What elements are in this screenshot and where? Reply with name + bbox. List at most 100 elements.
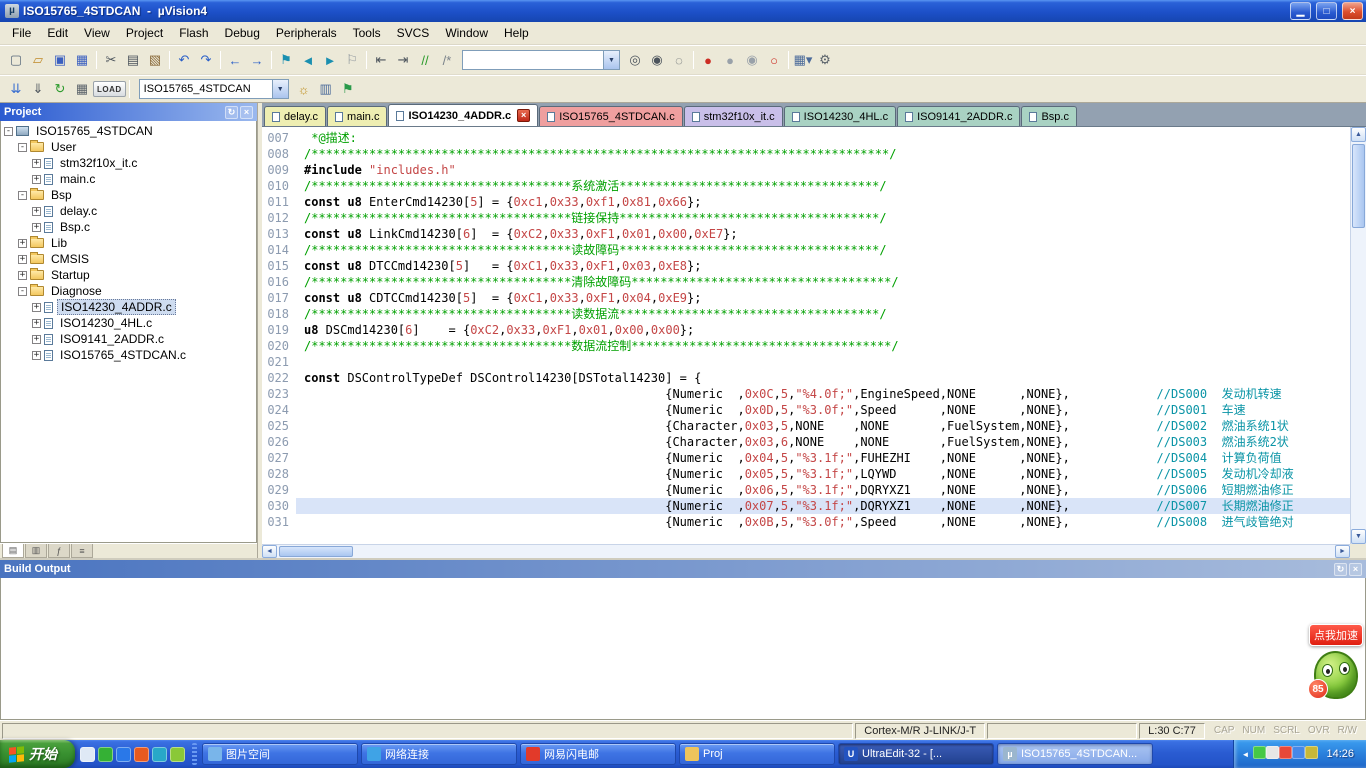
tree-item[interactable]: +Startup [1, 267, 256, 283]
tree-item-label[interactable]: ISO15765_4STDCAN.c [57, 348, 189, 362]
tree-item[interactable]: + ISO15765_4STDCAN.c [1, 347, 256, 363]
collapse-icon[interactable]: - [18, 287, 27, 296]
find-icon[interactable]: ◉ [646, 50, 668, 70]
scroll-left-icon[interactable]: ◄ [262, 545, 277, 558]
quick-launch-icon[interactable] [152, 747, 167, 762]
build-target-icon[interactable]: ⇓ [27, 79, 49, 99]
panel-tab-templates[interactable]: ≡ [71, 544, 93, 558]
tree-item-label[interactable]: Bsp [48, 188, 75, 202]
quick-launch-icon[interactable] [134, 747, 149, 762]
minimize-button[interactable]: ▁ [1290, 2, 1311, 20]
quick-launch-icon[interactable] [170, 747, 185, 762]
redo-icon[interactable]: ↷ [195, 50, 217, 70]
panel-tab-functions[interactable]: ƒ [48, 544, 70, 558]
tree-item-label[interactable]: Bsp.c [57, 220, 93, 234]
tree-item-label[interactable]: ISO9141_2ADDR.c [57, 332, 167, 346]
editor-tab[interactable]: main.c [327, 106, 387, 126]
scroll-right-icon[interactable]: ► [1335, 545, 1350, 558]
booster-mascot[interactable]: 85 [1314, 651, 1358, 699]
tree-item[interactable]: -ISO15765_4STDCAN [1, 123, 256, 139]
window-layout-icon[interactable]: ▦▾ [792, 50, 814, 70]
file-extensions-icon[interactable]: ⚑ [337, 79, 359, 99]
save-all-icon[interactable]: ▦ [71, 50, 93, 70]
close-icon[interactable]: × [240, 106, 253, 119]
tree-item[interactable]: -Diagnose [1, 283, 256, 299]
expand-icon[interactable]: + [32, 175, 41, 184]
copy-icon[interactable]: ▤ [122, 50, 144, 70]
download-flash-icon[interactable]: LOAD [93, 81, 126, 97]
expand-icon[interactable]: + [18, 255, 27, 264]
editor-tab[interactable]: ISO9141_2ADDR.c [897, 106, 1020, 126]
breakpoint-toggle-icon[interactable]: ◉ [741, 50, 763, 70]
editor-tab[interactable]: stm32f10x_it.c [684, 106, 783, 126]
expand-icon[interactable]: + [18, 239, 27, 248]
breakpoint-kill-icon[interactable]: ○ [763, 50, 785, 70]
scroll-up-icon[interactable]: ▲ [1351, 127, 1366, 142]
save-icon[interactable]: ▣ [49, 50, 71, 70]
tree-item[interactable]: +delay.c [1, 203, 256, 219]
menu-view[interactable]: View [76, 23, 118, 43]
new-file-icon[interactable]: ▢ [5, 50, 27, 70]
menu-window[interactable]: Window [437, 23, 496, 43]
target-options-icon[interactable]: ☼ [293, 79, 315, 99]
menu-peripherals[interactable]: Peripherals [268, 23, 345, 43]
editor-tab[interactable]: Bsp.c [1021, 106, 1077, 126]
build-output-content[interactable] [0, 578, 1366, 720]
close-tab-icon[interactable]: × [517, 109, 530, 122]
start-button[interactable]: 开始 [0, 740, 75, 768]
panel-tab-books[interactable]: ▥ [25, 544, 47, 558]
target-combobox[interactable]: ISO15765_4STDCAN ▼ [139, 79, 289, 99]
find-combobox[interactable]: ▼ [462, 50, 620, 70]
tree-item[interactable]: + main.c [1, 171, 256, 187]
expand-icon[interactable]: + [32, 207, 41, 216]
bookmark-next-icon[interactable]: ► [319, 50, 341, 70]
tree-item[interactable]: + Bsp.c [1, 219, 256, 235]
code-editor[interactable]: 007 *@描述:008/***************************… [262, 127, 1350, 544]
debug-stop-icon[interactable]: ● [719, 50, 741, 70]
booster-badge[interactable]: 点我加速 [1309, 624, 1363, 646]
find-in-files-icon[interactable]: ◎ [624, 50, 646, 70]
uncomment-icon[interactable]: /* [436, 50, 458, 70]
indent-icon[interactable]: ⇥ [392, 50, 414, 70]
menu-file[interactable]: File [4, 23, 39, 43]
quick-launch-icon[interactable] [80, 747, 95, 762]
scrollbar-thumb[interactable] [1352, 144, 1365, 228]
chevron-down-icon[interactable]: ▼ [272, 80, 288, 98]
manage-items-icon[interactable]: ▥ [315, 79, 337, 99]
menu-project[interactable]: Project [118, 23, 171, 43]
pin-icon[interactable]: ↻ [1334, 563, 1347, 576]
tree-item-label[interactable]: stm32f10x_it.c [57, 156, 140, 170]
tree-item[interactable]: + Lib [1, 235, 256, 251]
incremental-find-icon[interactable]: ◌ [668, 50, 690, 70]
tree-item-label[interactable]: CMSIS [48, 252, 92, 266]
menu-debug[interactable]: Debug [217, 23, 268, 43]
open-folder-icon[interactable]: ▱ [27, 50, 49, 70]
tree-item-label[interactable]: Lib [48, 236, 70, 250]
tray-icon[interactable] [1292, 746, 1305, 759]
menu-edit[interactable]: Edit [39, 23, 76, 43]
expand-icon[interactable]: + [18, 271, 27, 280]
panel-tab-project[interactable]: ▤ [2, 544, 24, 558]
chevron-down-icon[interactable]: ▼ [603, 51, 619, 69]
tree-item[interactable]: -User [1, 139, 256, 155]
undo-icon[interactable]: ↶ [173, 50, 195, 70]
expand-icon[interactable]: + [32, 351, 41, 360]
tree-item-label[interactable]: ISO14230_4HL.c [57, 316, 155, 330]
pin-icon[interactable]: ↻ [225, 106, 238, 119]
menu-tools[interactable]: Tools [345, 23, 389, 43]
editor-tab[interactable]: ISO15765_4STDCAN.c [539, 106, 683, 126]
bookmark-clear-icon[interactable]: ⚐ [341, 50, 363, 70]
expand-icon[interactable]: + [32, 159, 41, 168]
menu-flash[interactable]: Flash [171, 23, 216, 43]
tray-icon[interactable] [1266, 746, 1279, 759]
menu-help[interactable]: Help [496, 23, 537, 43]
scrollbar-thumb[interactable] [279, 546, 353, 557]
tree-item-label[interactable]: main.c [57, 172, 98, 186]
expand-icon[interactable]: + [32, 223, 41, 232]
taskbar-task[interactable]: µISO15765_4STDCAN... [997, 743, 1153, 765]
collapse-icon[interactable]: - [18, 143, 27, 152]
horizontal-scrollbar[interactable]: ◄ ► [262, 544, 1350, 558]
vertical-scrollbar[interactable]: ▲ ▼ [1350, 127, 1366, 544]
taskbar-divider[interactable] [192, 743, 197, 765]
translate-file-icon[interactable]: ⇊ [5, 79, 27, 99]
